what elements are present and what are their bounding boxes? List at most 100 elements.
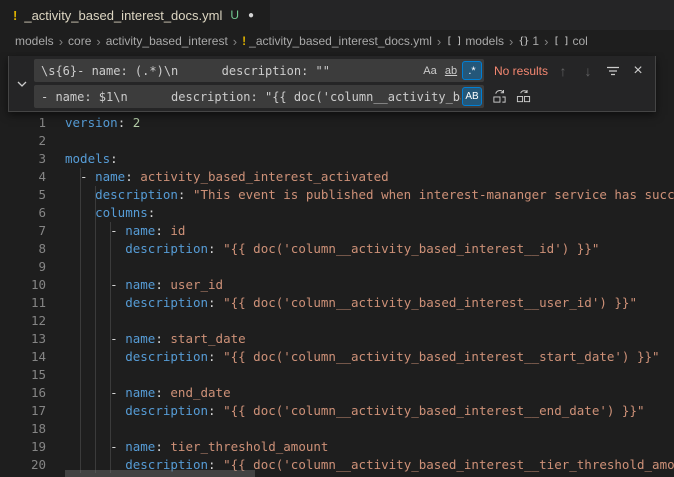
code-lines: 1version: 223models:4 - name: activity_b…	[0, 114, 674, 474]
line-number: 3	[0, 150, 46, 168]
code-text: description: "{{ doc('column__activity_b…	[46, 402, 645, 420]
code-line[interactable]: 18	[0, 420, 674, 438]
line-number: 2	[0, 132, 46, 150]
line-number: 8	[0, 240, 46, 258]
breadcrumb-separator-icon: ›	[544, 35, 548, 48]
code-text: columns:	[46, 204, 155, 222]
next-match-button[interactable]: ↓	[578, 61, 598, 81]
line-number: 9	[0, 258, 46, 276]
breadcrumb-separator-icon: ›	[233, 35, 237, 48]
line-number: 6	[0, 204, 46, 222]
code-line[interactable]: 11 description: "{{ doc('column__activit…	[0, 294, 674, 312]
line-number: 11	[0, 294, 46, 312]
code-line[interactable]: 16 - name: end_date	[0, 384, 674, 402]
code-text	[46, 420, 65, 438]
breadcrumb-label: col	[572, 34, 587, 48]
symbol-kind-icon: {}	[518, 36, 528, 47]
warning-icon: !	[242, 34, 246, 48]
match-case-button[interactable]: Aa	[420, 61, 440, 80]
editor-pane: \s{6}- name: (.*)\n description: "" Aa a…	[0, 52, 674, 477]
code-line[interactable]: 6 columns:	[0, 204, 674, 222]
toggle-replace-button[interactable]	[9, 56, 34, 111]
line-number: 13	[0, 330, 46, 348]
code-line[interactable]: 2	[0, 132, 674, 150]
code-text: - name: id	[46, 222, 185, 240]
code-line[interactable]: 19 - name: tier_threshold_amount	[0, 438, 674, 456]
replace-all-button[interactable]	[513, 87, 533, 107]
line-number: 5	[0, 186, 46, 204]
breadcrumb-label: activity_based_interest	[106, 34, 228, 48]
line-number: 10	[0, 276, 46, 294]
code-line[interactable]: 14 description: "{{ doc('column__activit…	[0, 348, 674, 366]
code-line[interactable]: 5 description: "This event is published …	[0, 186, 674, 204]
code-line[interactable]: 7 - name: id	[0, 222, 674, 240]
code-line[interactable]: 4 - name: activity_based_interest_activa…	[0, 168, 674, 186]
code-line[interactable]: 8 description: "{{ doc('column__activity…	[0, 240, 674, 258]
code-text: version: 2	[46, 114, 140, 132]
code-text: description: "This event is published wh…	[46, 186, 674, 204]
symbol-kind-icon: [ ]	[553, 36, 568, 47]
previous-match-button[interactable]: ↑	[553, 61, 573, 81]
tab-activity-based-interest-docs[interactable]: ! _activity_based_interest_docs.yml U ●	[0, 0, 270, 30]
code-text	[46, 312, 65, 330]
replace-row: - name: $1\n description: "{{ doc('colum…	[34, 85, 651, 108]
line-number: 7	[0, 222, 46, 240]
breadcrumb: models›core›activity_based_interest›!_ac…	[0, 30, 674, 52]
yaml-warning-file-icon: !	[13, 8, 17, 23]
find-input-value: \s{6}- name: (.*)\n description: ""	[41, 64, 419, 78]
close-find-button[interactable]: ×	[628, 61, 648, 81]
modified-dot-icon[interactable]: ●	[248, 10, 254, 21]
code-line[interactable]: 1version: 2	[0, 114, 674, 132]
breadcrumb-item[interactable]: models	[15, 34, 54, 48]
breadcrumb-item[interactable]: [ ] col	[553, 34, 587, 48]
code-line[interactable]: 17 description: "{{ doc('column__activit…	[0, 402, 674, 420]
find-in-selection-button[interactable]	[603, 61, 623, 81]
line-number: 18	[0, 420, 46, 438]
breadcrumb-item[interactable]: [ ] models	[446, 34, 504, 48]
horizontal-scrollbar-thumb[interactable]	[65, 470, 255, 477]
replace-icon	[492, 89, 507, 104]
find-input[interactable]: \s{6}- name: (.*)\n description: "" Aa a…	[34, 59, 484, 82]
whole-word-button[interactable]: ab	[441, 61, 461, 80]
breadcrumb-label: core	[68, 34, 91, 48]
code-line[interactable]: 15	[0, 366, 674, 384]
tab-bar: ! _activity_based_interest_docs.yml U ●	[0, 0, 674, 30]
regex-button[interactable]: .*	[462, 61, 482, 80]
code-text: - name: start_date	[46, 330, 246, 348]
replace-input[interactable]: - name: $1\n description: "{{ doc('colum…	[34, 85, 484, 108]
replace-action-buttons	[489, 87, 533, 107]
breadcrumb-separator-icon: ›	[59, 35, 63, 48]
replace-all-icon	[516, 89, 531, 104]
breadcrumb-item[interactable]: !_activity_based_interest_docs.yml	[242, 34, 432, 48]
breadcrumb-item[interactable]: core	[68, 34, 91, 48]
breadcrumb-item[interactable]: activity_based_interest	[106, 34, 228, 48]
symbol-kind-icon: [ ]	[446, 36, 461, 47]
filter-lines-icon	[606, 65, 620, 77]
breadcrumb-label: models	[15, 34, 54, 48]
replace-button[interactable]	[489, 87, 509, 107]
find-widget-rows: \s{6}- name: (.*)\n description: "" Aa a…	[34, 56, 655, 111]
code-text: description: "{{ doc('column__activity_b…	[46, 240, 599, 258]
breadcrumb-separator-icon: ›	[96, 35, 100, 48]
breadcrumb-label: models	[465, 34, 504, 48]
code-line[interactable]: 10 - name: user_id	[0, 276, 674, 294]
breadcrumb-item[interactable]: {}1	[518, 34, 539, 48]
code-text: models:	[46, 150, 118, 168]
code-line[interactable]: 9	[0, 258, 674, 276]
code-text: description: "{{ doc('column__activity_b…	[46, 348, 660, 366]
preserve-case-button[interactable]: AB	[462, 87, 482, 106]
code-text: - name: tier_threshold_amount	[46, 438, 328, 456]
line-number: 16	[0, 384, 46, 402]
line-number: 4	[0, 168, 46, 186]
code-text: - name: user_id	[46, 276, 223, 294]
line-number: 12	[0, 312, 46, 330]
line-number: 20	[0, 456, 46, 474]
line-number: 1	[0, 114, 46, 132]
breadcrumb-label: _activity_based_interest_docs.yml	[249, 34, 432, 48]
code-text: - name: end_date	[46, 384, 231, 402]
code-text	[46, 366, 65, 384]
code-line[interactable]: 13 - name: start_date	[0, 330, 674, 348]
code-line[interactable]: 3models:	[0, 150, 674, 168]
code-line[interactable]: 12	[0, 312, 674, 330]
git-untracked-badge: U	[230, 8, 239, 22]
